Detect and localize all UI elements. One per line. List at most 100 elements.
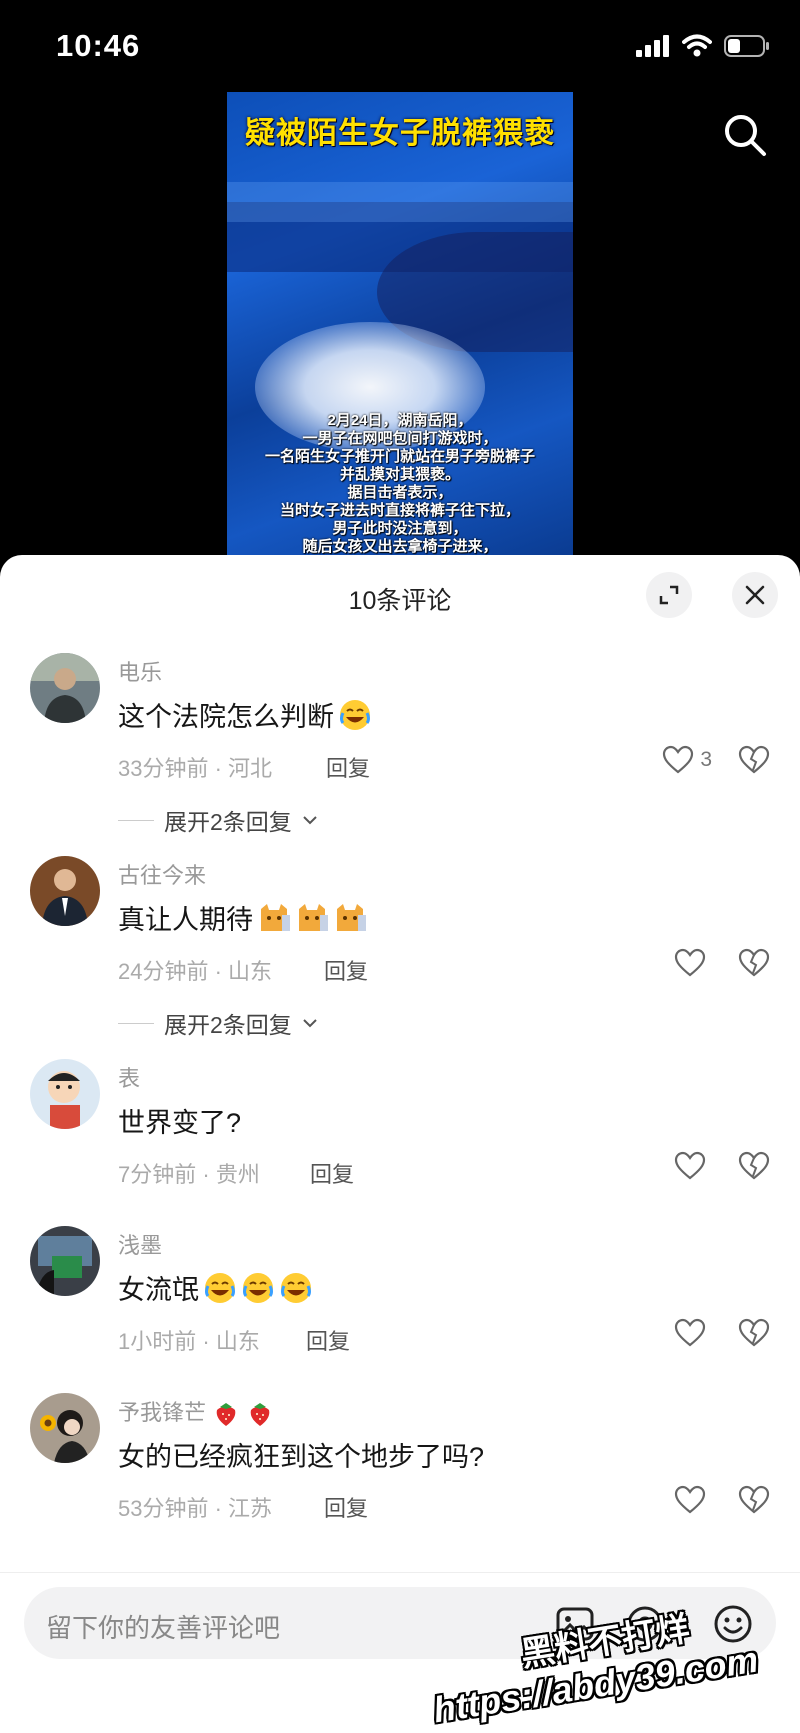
status-time: 10:46 [56, 28, 141, 63]
comment-item: 电乐 这个法院怎么判断 33分钟前 · 河北 回复 3 展开2条回复 [0, 653, 800, 853]
expand-replies-label: 展开2条回复 [164, 1012, 292, 1038]
status-icons [636, 34, 770, 58]
like-button[interactable] [674, 1318, 712, 1348]
like-button[interactable]: 3 [662, 745, 712, 775]
expand-replies[interactable]: 展开2条回复 [118, 1006, 318, 1040]
like-button[interactable] [674, 948, 712, 978]
reply-button[interactable]: 回复 [324, 1491, 368, 1523]
cat-emoji-icon [261, 903, 290, 931]
video-caption-line: 一名陌生女子推开门就站在男子旁脱裤子 [264, 448, 535, 465]
comment-time: 53分钟前 [118, 1496, 209, 1521]
video-caption-line: 2月24日，湖南岳阳， [327, 412, 473, 429]
expand-replies[interactable]: 展开2条回复 [118, 803, 318, 837]
strawberry-emoji-icon [216, 1403, 236, 1427]
comment-item: 浅墨 女流氓 1小时前 · 山东 回复 [0, 1226, 800, 1376]
divider [118, 819, 154, 821]
close-icon [745, 585, 765, 605]
comment-text-content: 女流氓 [118, 1275, 199, 1305]
comment-username[interactable]: 浅墨 [118, 1228, 162, 1260]
video-caption-line: 一男子在网吧包间打游戏时， [302, 430, 498, 447]
video-player[interactable]: 疑被陌生女子脱裤猥亵 2月24日，湖南岳阳， 一男子在网吧包间打游戏时， 一名陌… [0, 92, 800, 562]
avatar[interactable] [30, 856, 100, 926]
comment-username[interactable]: 表 [118, 1061, 140, 1093]
comment-text: 真让人期待 [118, 898, 367, 937]
broken-heart-icon[interactable] [738, 745, 770, 775]
close-button[interactable] [732, 572, 778, 618]
comment-text-content: 女的已经疯狂到这个地步了吗? [118, 1442, 485, 1472]
cat-emoji-icon [299, 903, 328, 931]
signal-icon [636, 35, 669, 57]
video-caption-line: 当时女子进去时直接将裤子往下拉， [279, 502, 520, 519]
comment-text-content: 世界变了? [118, 1108, 242, 1138]
cat-emoji-icon [337, 903, 366, 931]
heart-icon [674, 948, 706, 977]
laugh-cry-emoji-icon [281, 1272, 311, 1303]
comment-text-content: 这个法院怎么判断 [118, 702, 334, 732]
comment-text: 世界变了? [118, 1101, 241, 1140]
comment-text: 女流氓 [118, 1268, 313, 1307]
status-bar: 10:46 [0, 0, 800, 92]
broken-heart-icon[interactable] [738, 948, 770, 978]
video-title: 疑被陌生女子脱裤猥亵 [245, 117, 555, 150]
heart-icon [663, 745, 694, 774]
strawberry-emoji-icon [250, 1403, 270, 1427]
reply-button[interactable]: 回复 [310, 1157, 354, 1189]
comment-username[interactable]: 电乐 [118, 655, 162, 687]
video-caption-line: 随后女孩又出去拿椅子进来， [302, 538, 498, 555]
comment-meta: 1小时前 · 山东 [118, 1329, 260, 1354]
laugh-cry-emoji-icon [340, 699, 370, 730]
reply-button[interactable]: 回复 [324, 954, 368, 986]
comment-username[interactable]: 古往今来 [118, 858, 206, 890]
comment-meta: 7分钟前 · 贵州 [118, 1162, 260, 1187]
like-button[interactable] [674, 1151, 712, 1181]
broken-heart-icon[interactable] [738, 1151, 770, 1181]
divider [118, 1022, 154, 1024]
heart-icon [674, 1151, 706, 1180]
comment-location: 贵州 [215, 1162, 260, 1187]
comment-time: 33分钟前 [118, 756, 209, 781]
wifi-icon [682, 34, 712, 57]
comment-item: 予我锋芒 女的已经疯狂到这个地步了吗? 53分钟前 · 江苏 回复 [0, 1393, 800, 1543]
video-caption: 2月24日，湖南岳阳， 一男子在网吧包间打游戏时， 一名陌生女子推开门就站在男子… [227, 412, 573, 556]
comment-username-text: 予我锋芒 [118, 1400, 207, 1425]
comment-meta: 53分钟前 · 江苏 [118, 1496, 273, 1521]
battery-icon [724, 35, 769, 57]
comment-location: 山东 [228, 959, 273, 984]
broken-heart-icon[interactable] [738, 1485, 770, 1515]
chevron-down-icon [303, 1019, 317, 1028]
avatar[interactable] [30, 1226, 100, 1296]
expand-replies-label: 展开2条回复 [164, 809, 292, 835]
avatar[interactable] [30, 1393, 100, 1463]
reply-button[interactable]: 回复 [326, 751, 370, 783]
like-button[interactable] [674, 1485, 712, 1515]
laugh-cry-emoji-icon [243, 1272, 273, 1303]
reply-button[interactable]: 回复 [306, 1324, 350, 1356]
video-frame[interactable]: 疑被陌生女子脱裤猥亵 2月24日，湖南岳阳， 一男子在网吧包间打游戏时， 一名陌… [227, 92, 573, 562]
comment-location: 山东 [215, 1329, 260, 1354]
comment-item: 表 世界变了? 7分钟前 · 贵州 回复 [0, 1059, 800, 1209]
comments-sheet: 10条评论 电乐 这个法院怎么判断 33分钟前 · 河北 回复 3 展开2条回复… [0, 555, 800, 1733]
video-caption-line: 并乱摸对其猥亵。 [339, 466, 460, 483]
avatar[interactable] [30, 653, 100, 723]
laugh-cry-emoji-icon [205, 1272, 235, 1303]
comment-meta: 24分钟前 · 山东 [118, 959, 273, 984]
search-icon[interactable] [722, 112, 768, 158]
comments-header: 10条评论 [0, 555, 800, 633]
broken-heart-icon[interactable] [738, 1318, 770, 1348]
video-caption-line: 男子此时没注意到， [332, 520, 468, 537]
comment-time: 1小时前 [118, 1329, 197, 1354]
chevron-down-icon [303, 816, 317, 825]
comment-location: 江苏 [228, 1496, 273, 1521]
comment-location: 河北 [228, 756, 273, 781]
heart-icon [674, 1485, 706, 1514]
comment-username[interactable]: 予我锋芒 [118, 1395, 274, 1428]
collapse-icon [659, 585, 679, 605]
comment-text: 女的已经疯狂到这个地步了吗? [118, 1435, 484, 1474]
video-caption-line: 据目击者表示， [347, 484, 453, 501]
avatar[interactable] [30, 1059, 100, 1129]
comment-time: 24分钟前 [118, 959, 209, 984]
comment-text: 这个法院怎么判断 [118, 695, 372, 734]
comment-text-content: 真让人期待 [118, 905, 253, 935]
collapse-button[interactable] [646, 572, 692, 618]
comment-time: 7分钟前 [118, 1162, 197, 1187]
